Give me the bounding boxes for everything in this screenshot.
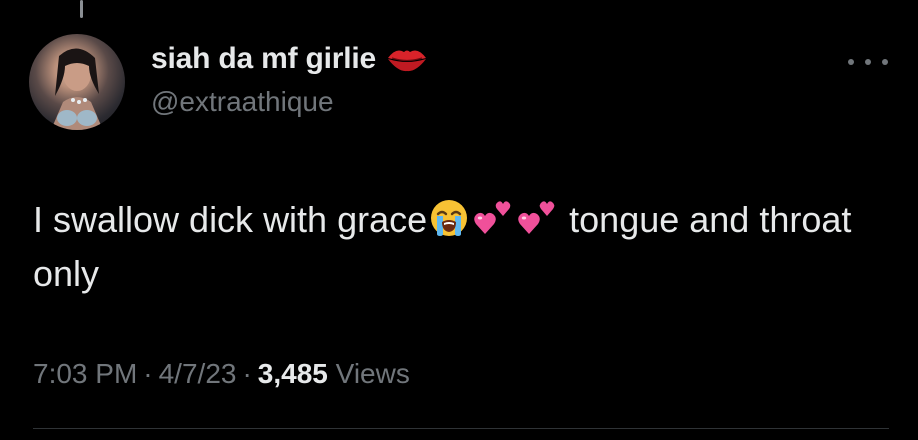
more-dot: [865, 59, 871, 65]
views-label[interactable]: Views: [336, 358, 410, 389]
author-name-row[interactable]: siah da mf girlie: [151, 42, 428, 76]
loudly-crying-face-icon: [429, 198, 469, 238]
tweet-text-part1: I swallow dick with grace: [33, 199, 428, 240]
meta-separator: ·: [242, 358, 252, 389]
tweet-date[interactable]: 4/7/23: [159, 358, 237, 389]
tweet-metadata: 7:03 PM · 4/7/23 · 3,485 Views: [33, 358, 410, 390]
more-dot: [848, 59, 854, 65]
tweet-time[interactable]: 7:03 PM: [33, 358, 137, 389]
meta-separator: ·: [143, 358, 153, 389]
views-count[interactable]: 3,485: [258, 358, 328, 389]
author-display-name[interactable]: siah da mf girlie: [151, 42, 376, 76]
thread-connector-line: [80, 0, 83, 18]
avatar-photo: [51, 48, 103, 130]
kiss-mark-icon: [386, 44, 428, 74]
tweet-text: I swallow dick with grace tongue and thr…: [33, 193, 893, 301]
avatar[interactable]: [29, 34, 125, 130]
divider: [33, 428, 889, 429]
two-hearts-icon: [517, 198, 557, 238]
author-handle[interactable]: @extraathique: [151, 86, 334, 118]
two-hearts-icon: [473, 198, 513, 238]
more-dot: [882, 59, 888, 65]
more-options-button[interactable]: [848, 52, 888, 72]
